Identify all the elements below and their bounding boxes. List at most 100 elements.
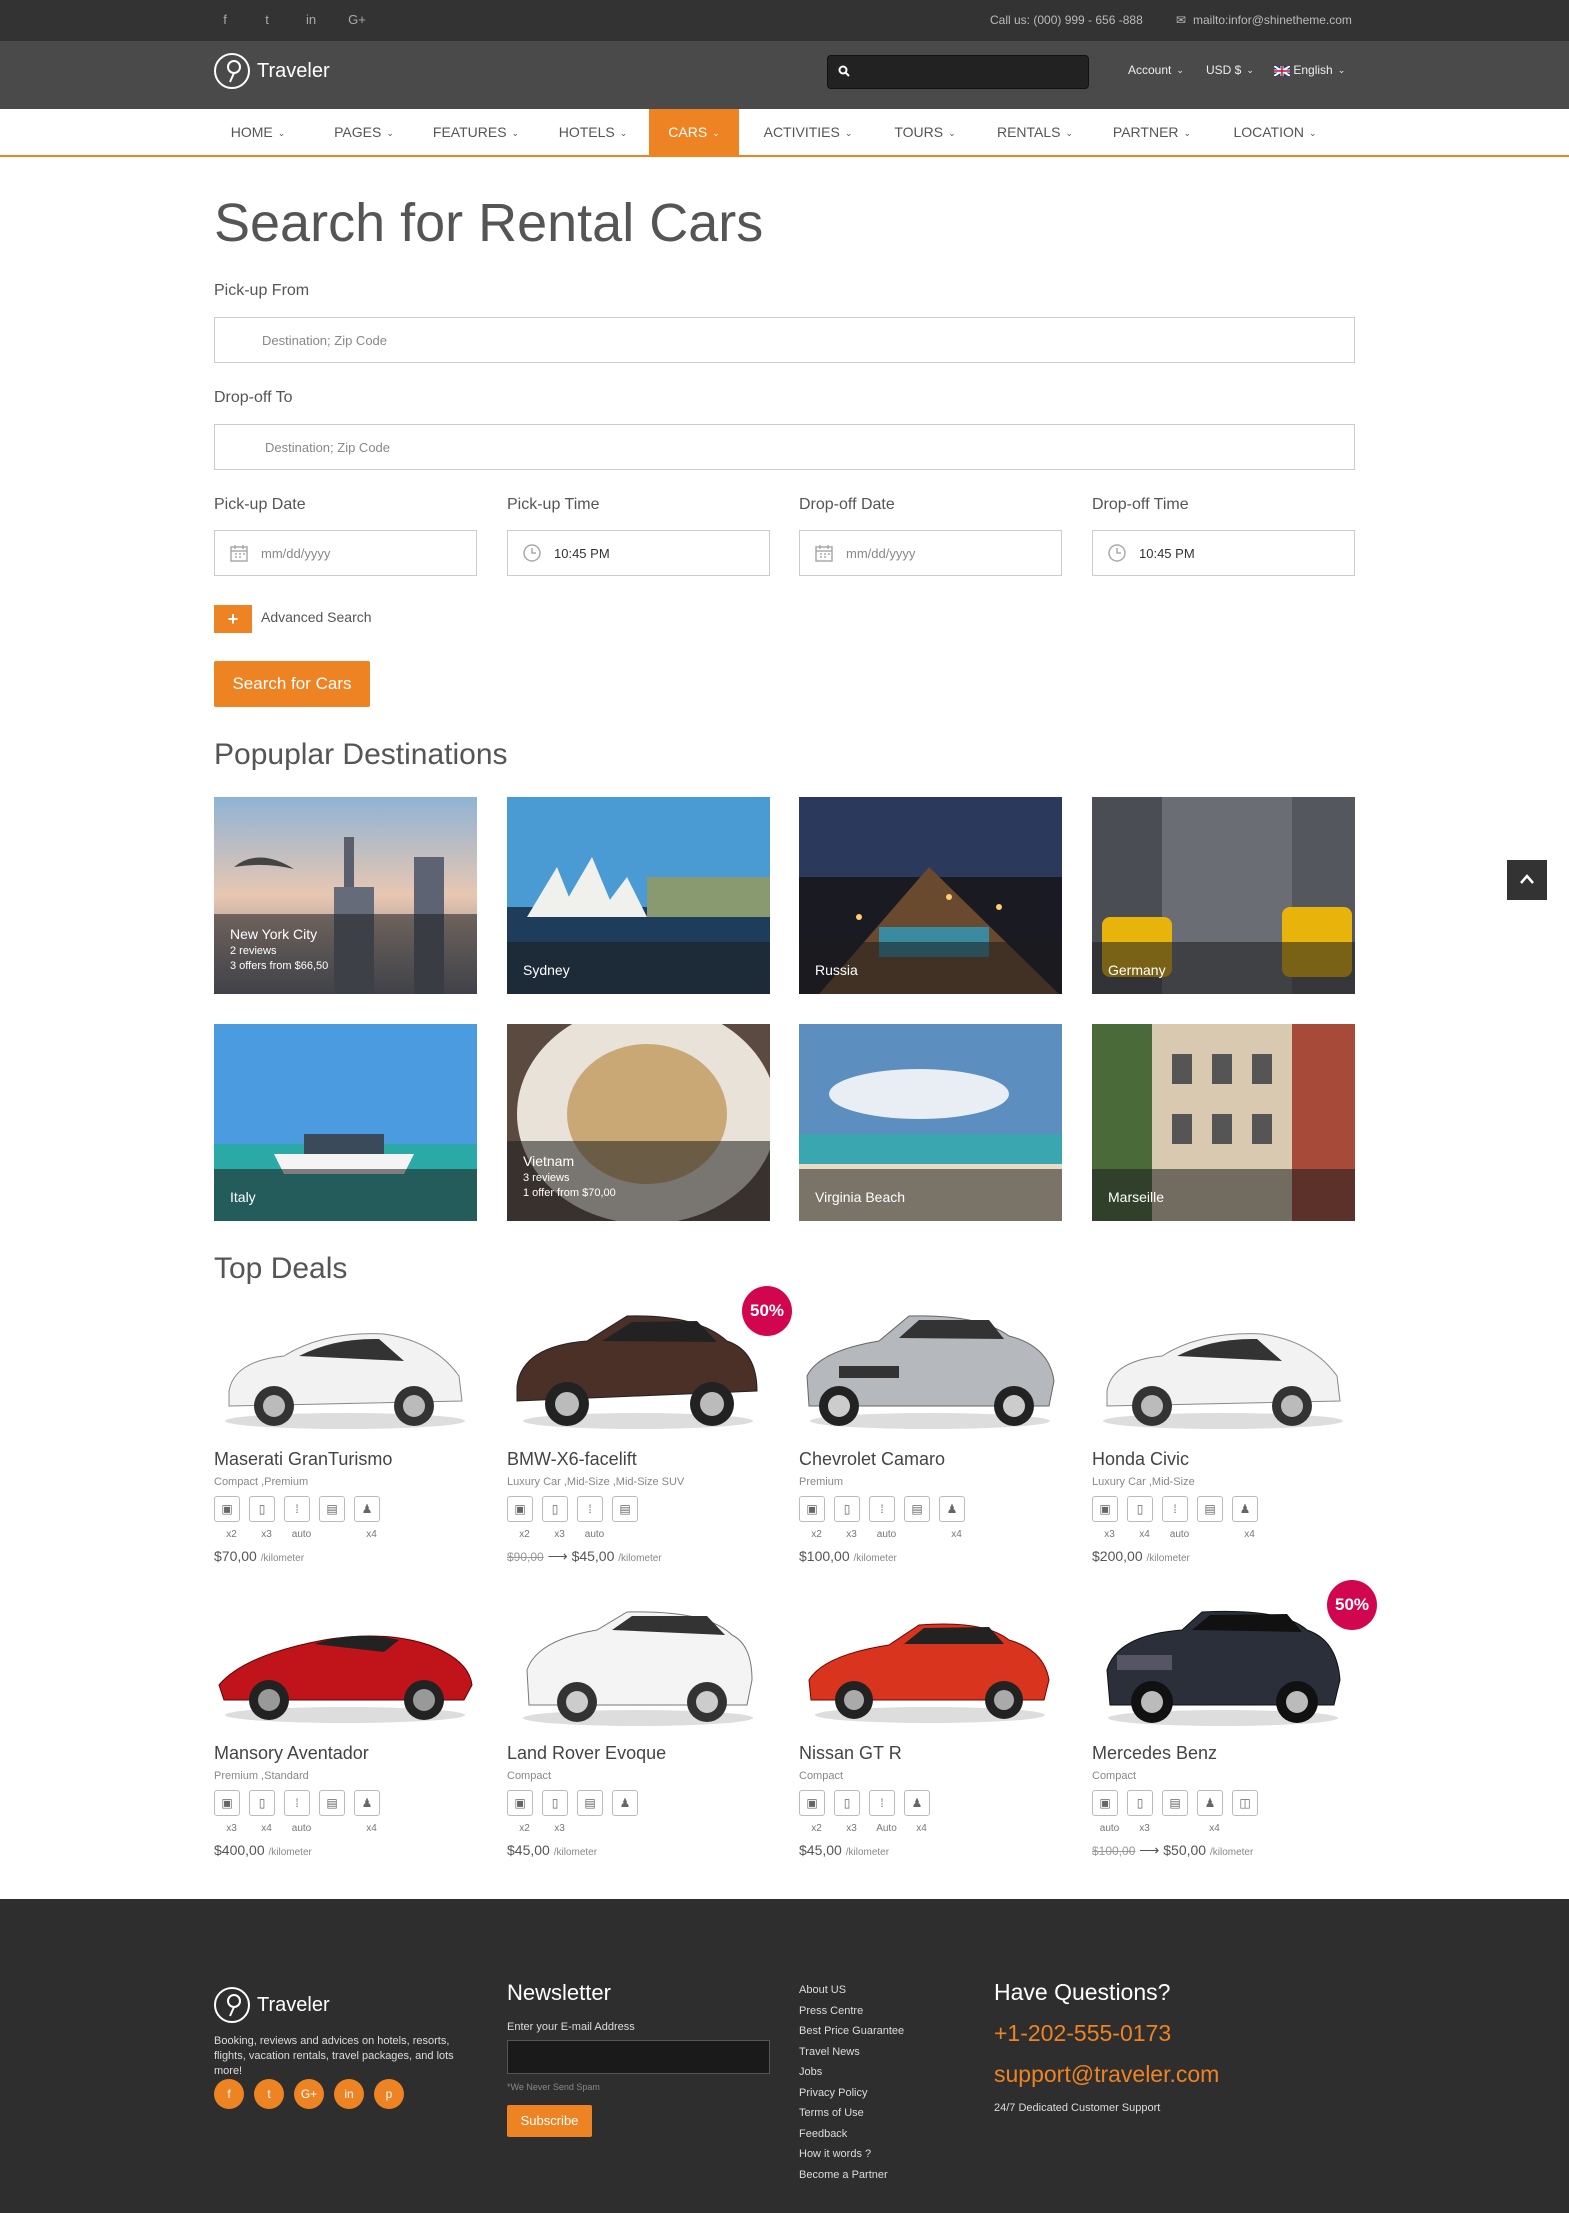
subscribe-button[interactable]: Subscribe [507, 2105, 592, 2137]
car-name[interactable]: Mercedes Benz [1092, 1743, 1355, 1764]
car-name[interactable]: Maserati GranTurismo [214, 1449, 477, 1470]
nav-features[interactable]: FEATURES ⌄ [422, 109, 530, 155]
search-cars-button[interactable]: Search for Cars [214, 661, 370, 707]
discount-badge: 50% [1327, 1580, 1377, 1630]
feature-label: x4 [951, 1529, 962, 1540]
footer-link[interactable]: Become a Partner [799, 2165, 904, 2186]
deal-card[interactable]: Chevrolet Camaro Premium ▣ ▯ ⁞ ▤ ♟ x2 x3 auto x… [799, 1306, 1062, 1564]
fuel-icon: ▤ [904, 1496, 930, 1522]
destinations-title: Popuplar Destinations [214, 738, 508, 771]
footer-link[interactable]: About US [799, 1980, 904, 2001]
mail-link[interactable]: mailto:infor@shinetheme.com [1193, 13, 1352, 27]
pickup-date-input[interactable]: mm/dd/yyyy [214, 530, 477, 576]
footer-link[interactable]: Jobs [799, 2062, 904, 2083]
car-type: Compact ,Premium [214, 1476, 309, 1488]
car-name[interactable]: Honda Civic [1092, 1449, 1355, 1470]
suitcase-icon: ▣ [799, 1790, 825, 1816]
pickup-time-input[interactable]: 10:45 PM [507, 530, 770, 576]
deal-card[interactable]: Honda Civic Luxury Car ,Mid-Size ▣ ▯ ⁞ ▤ ♟ x… [1092, 1306, 1355, 1564]
footer-about: Booking, reviews and advices on hotels, … [214, 2035, 454, 2077]
destination-tile-sydney[interactable]: Sydney [507, 797, 770, 994]
footer-link[interactable]: Press Centre [799, 2001, 904, 2022]
destination-tile-marseille[interactable]: Marseille [1092, 1024, 1355, 1221]
support-phone[interactable]: +1-202-555-0173 [994, 2020, 1171, 2047]
nav-activities[interactable]: ACTIVITIES ⌄ [748, 109, 868, 155]
logo-text[interactable]: Traveler [257, 60, 330, 83]
suitcase-icon: ▣ [1092, 1496, 1118, 1522]
footer-link[interactable]: Travel News [799, 2042, 904, 2063]
door-icon: ▯ [249, 1790, 275, 1816]
currency-menu[interactable]: USD $ ⌄ [1206, 63, 1254, 77]
destination-tile-russia[interactable]: Russia [799, 797, 1062, 994]
questions-title: Have Questions? [994, 1979, 1171, 2005]
car-name[interactable]: Chevrolet Camaro [799, 1449, 1062, 1470]
destination-offers: 3 offers from $66,50 [230, 960, 329, 972]
advanced-search-label[interactable]: Advanced Search [261, 609, 372, 625]
newsletter-email-input[interactable] [507, 2040, 770, 2074]
destination-tile-virginia-beach[interactable]: Virginia Beach [799, 1024, 1062, 1221]
car-image [523, 1611, 753, 1726]
nav-tours[interactable]: TOURS ⌄ [880, 109, 970, 155]
nav-pages[interactable]: PAGES ⌄ [318, 109, 410, 155]
deal-card[interactable]: Mansory Aventador Premium ,Standard ▣ ▯ ⁞ ▤… [214, 1600, 477, 1858]
destination-tile-vietnam[interactable]: Vietnam 3 reviews 1 offer from $70,00 [507, 1024, 770, 1221]
car-type: Luxury Car ,Mid-Size [1092, 1476, 1195, 1488]
feature-label: x2 [519, 1823, 530, 1834]
footer-facebook-icon[interactable]: f [214, 2079, 244, 2109]
fuel-icon: ▤ [319, 1496, 345, 1522]
back-to-top-button[interactable] [1507, 860, 1547, 900]
pickup-from-input[interactable]: Destination; Zip Code [214, 317, 1355, 363]
facebook-icon[interactable]: f [214, 12, 236, 27]
nav-location[interactable]: LOCATION ⌄ [1220, 109, 1330, 155]
destination-tile-italy[interactable]: Italy [214, 1024, 477, 1221]
door-icon: ▯ [834, 1496, 860, 1522]
deal-card[interactable]: Nissan GT R Compact ▣ ▯ ⁞ ♟ x2 x3 Auto x4 $45,… [799, 1600, 1062, 1858]
footer-pinterest-icon[interactable]: p [374, 2079, 404, 2109]
dropoff-to-input[interactable]: Destination; Zip Code [214, 424, 1355, 470]
car-name[interactable]: BMW-X6-facelift [507, 1449, 770, 1470]
twitter-icon[interactable]: t [256, 12, 278, 27]
old-price: $100,00 [1092, 1844, 1136, 1858]
person-icon: ♟ [1232, 1496, 1258, 1522]
deal-card[interactable]: Maserati GranTurismo Compact ,Premium ▣ ▯… [214, 1306, 477, 1564]
logo-icon[interactable] [214, 53, 250, 89]
nav-hotels[interactable]: HOTELS ⌄ [546, 109, 640, 155]
feature-label: x3 [846, 1823, 857, 1834]
footer-link[interactable]: How it words ? [799, 2144, 904, 2165]
nav-partner[interactable]: PARTNER ⌄ [1102, 109, 1202, 155]
footer-logo-text[interactable]: Traveler [257, 1994, 330, 2017]
footer-link[interactable]: Privacy Policy [799, 2083, 904, 2104]
car-name[interactable]: Land Rover Evoque [507, 1743, 770, 1764]
deal-card[interactable]: BMW-X6-facelift Luxury Car ,Mid-Size ,Mi… [507, 1306, 770, 1565]
deal-card[interactable]: Land Rover Evoque Compact ▣ ▯ ▤ ♟ x2 x3 $45,… [507, 1600, 770, 1858]
google-plus-icon[interactable]: G+ [346, 12, 368, 27]
dropoff-date-label: Drop-off Date [799, 496, 895, 513]
footer-link[interactable]: Best Price Guarantee [799, 2021, 904, 2042]
nav-rentals[interactable]: RENTALS ⌄ [984, 109, 1086, 155]
fuel-icon: ▤ [612, 1496, 638, 1522]
car-name[interactable]: Mansory Aventador [214, 1743, 477, 1764]
footer-google-plus-icon[interactable]: G+ [294, 2079, 324, 2109]
destination-name: New York City [230, 926, 318, 942]
linkedin-icon[interactable]: in [300, 12, 322, 27]
footer-linkedin-icon[interactable]: in [334, 2079, 364, 2109]
footer-link[interactable]: Feedback [799, 2124, 904, 2145]
car-name[interactable]: Nissan GT R [799, 1743, 1062, 1764]
footer-twitter-icon[interactable]: t [254, 2079, 284, 2109]
language-menu[interactable]: English ⌄ [1273, 63, 1345, 77]
advanced-search-toggle[interactable]: + [214, 605, 252, 633]
person-icon: ♟ [354, 1496, 380, 1522]
account-menu[interactable]: Account ⌄ [1128, 63, 1184, 77]
destination-tile-germany[interactable]: Germany [1092, 797, 1355, 994]
dropoff-time-input[interactable]: 10:45 PM [1092, 530, 1355, 576]
nav-home[interactable]: HOME ⌄ [216, 109, 300, 155]
deal-card[interactable]: Mercedes Benz Compact ▣ ▯ ▤ ♟ ◫ auto x3 x4 $10… [1092, 1600, 1355, 1859]
search-input[interactable] [827, 55, 1089, 89]
nav-cars[interactable]: CARS ⌄ [649, 109, 739, 155]
destination-tile-new-york[interactable]: New York City 2 reviews 3 offers from $6… [214, 797, 477, 994]
dropoff-date-input[interactable]: mm/dd/yyyy [799, 530, 1062, 576]
footer-link[interactable]: Terms of Use [799, 2103, 904, 2124]
feature-label: auto [291, 1529, 312, 1540]
footer-logo-icon[interactable] [214, 1987, 250, 2023]
support-email[interactable]: support@traveler.com [994, 2061, 1219, 2088]
